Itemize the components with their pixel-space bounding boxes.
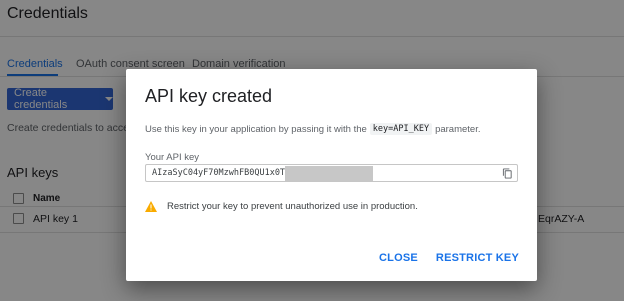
api-key-created-dialog: API key created Use this key in your app… bbox=[126, 69, 537, 281]
copy-icon[interactable] bbox=[502, 168, 513, 179]
warning-text: Restrict your key to prevent unauthorize… bbox=[167, 201, 418, 212]
description-text: Use this key in your application by pass… bbox=[145, 123, 367, 135]
code-snippet: key=API_KEY bbox=[369, 123, 433, 135]
api-key-value[interactable]: AIzaSyC04yF70MzwhFB0QU1x0T bbox=[146, 168, 285, 178]
restrict-key-button[interactable]: RESTRICT KEY bbox=[436, 252, 519, 264]
warning-icon bbox=[145, 201, 157, 212]
dialog-actions: CLOSE RESTRICT KEY bbox=[361, 252, 519, 264]
warning-message: Restrict your key to prevent unauthorize… bbox=[145, 201, 418, 212]
api-key-field-label: Your API key bbox=[145, 152, 200, 163]
redacted-key-block bbox=[285, 165, 374, 181]
dialog-description: Use this key in your application by pass… bbox=[145, 123, 481, 135]
api-key-field[interactable]: AIzaSyC04yF70MzwhFB0QU1x0T bbox=[145, 164, 518, 182]
close-button[interactable]: CLOSE bbox=[379, 252, 418, 264]
description-text: parameter. bbox=[435, 123, 481, 135]
dialog-title: API key created bbox=[145, 86, 273, 106]
